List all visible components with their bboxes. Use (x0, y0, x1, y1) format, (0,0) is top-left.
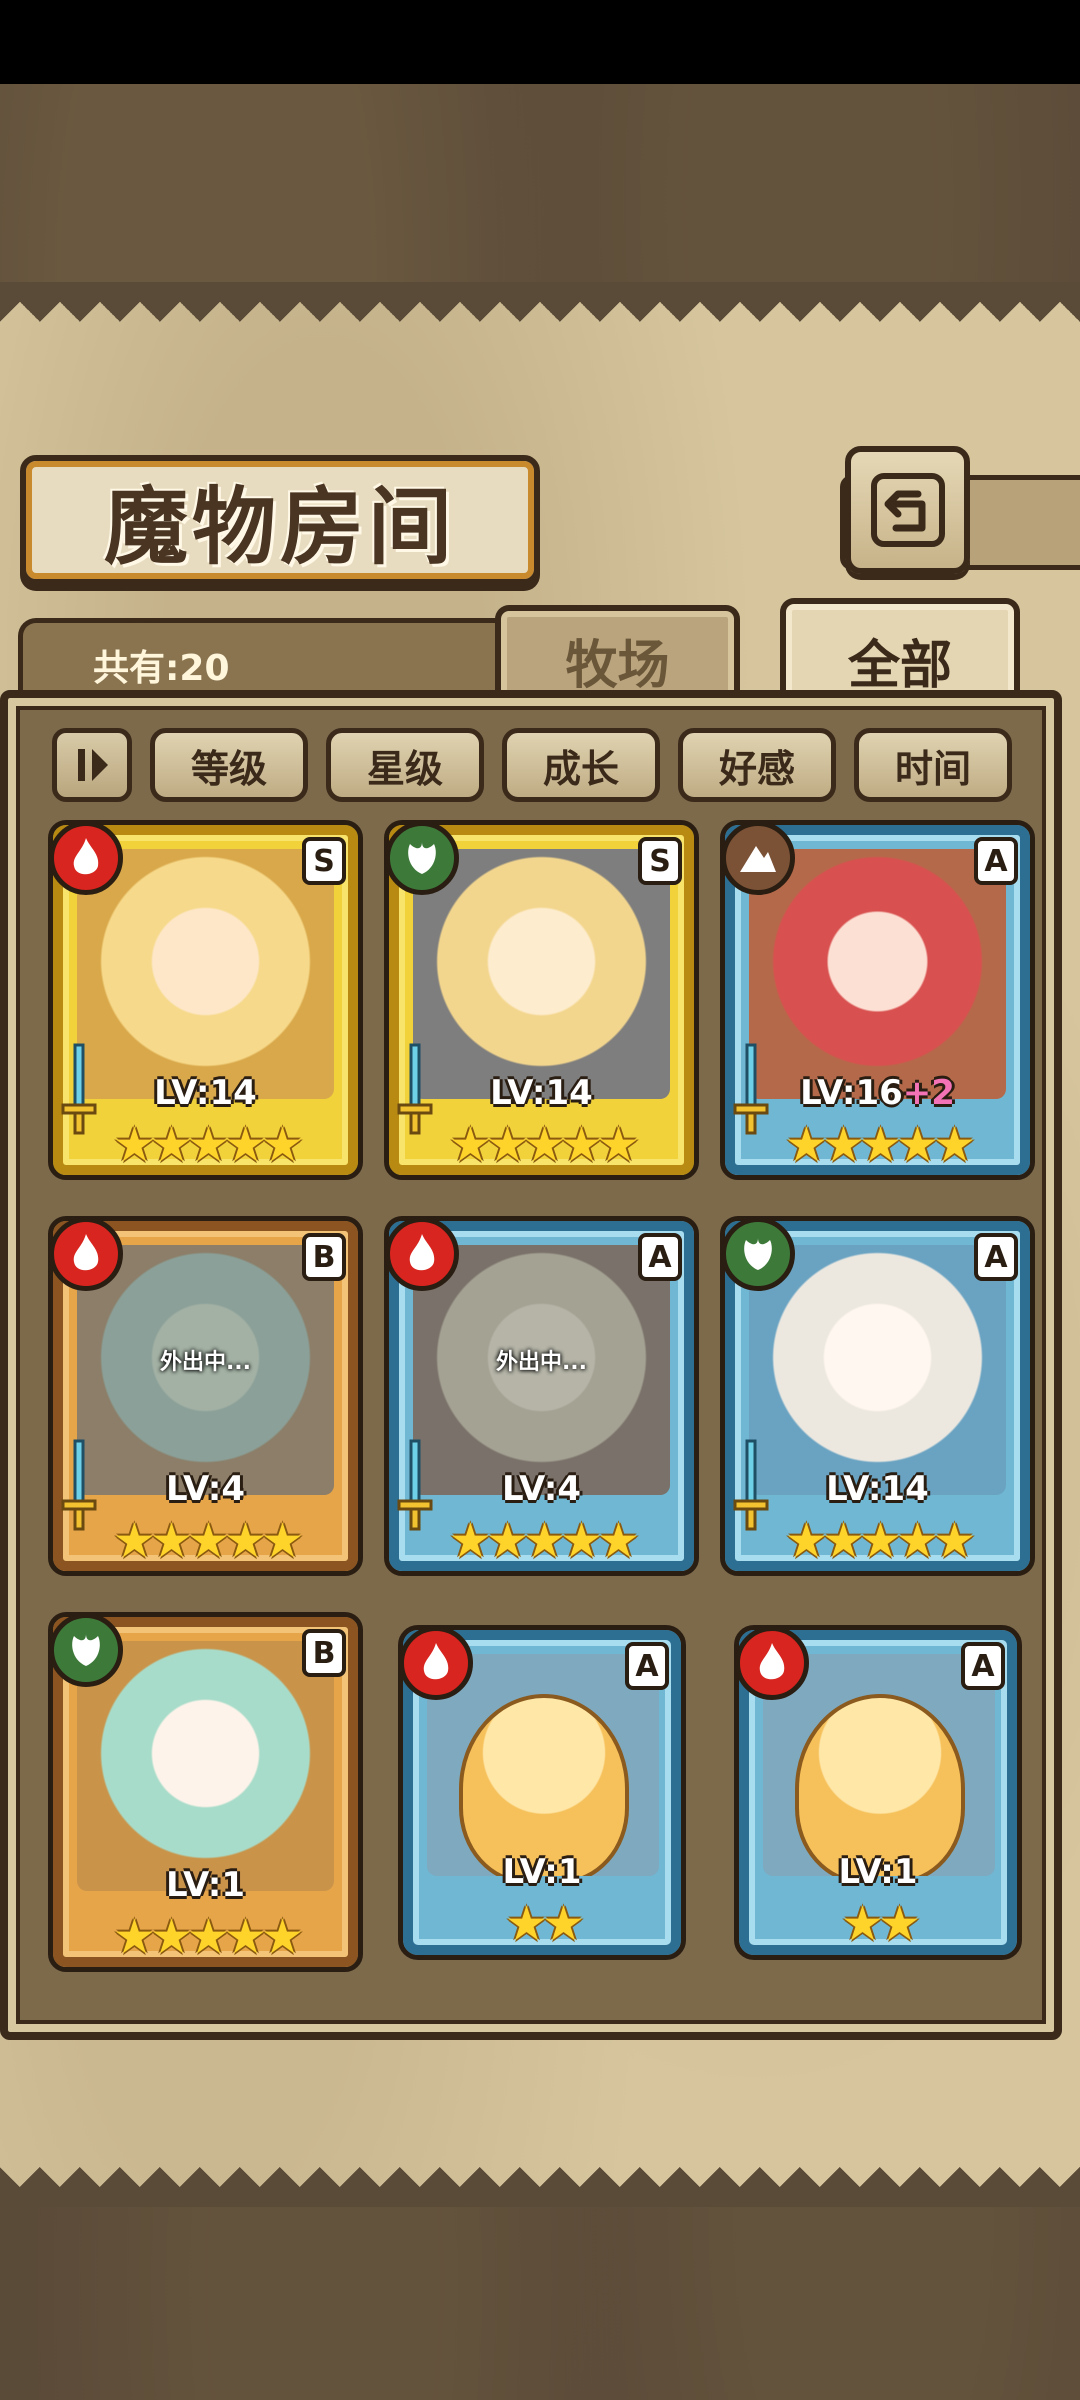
monster-card[interactable]: A LV:1 ★★ (734, 1625, 1022, 1960)
monster-portrait (749, 849, 1006, 1099)
monster-level: LV:1 (838, 1852, 918, 1892)
leaf-element-icon (721, 1217, 795, 1291)
leaf-element-icon (385, 821, 459, 895)
slime-body (459, 1694, 629, 1876)
monster-stars: ★★★★★ (784, 1513, 976, 1569)
monster-stars: ★★★★★ (448, 1117, 640, 1173)
monster-level: LV:1 (165, 1865, 246, 1905)
monster-stars: ★★★★★ (112, 1117, 304, 1173)
rank-badge: A (974, 837, 1018, 885)
monster-portrait (77, 1641, 334, 1891)
title-plate: 魔物房间 (20, 455, 540, 585)
rank-badge: B (302, 1629, 346, 1677)
away-status: 外出中... (159, 1350, 252, 1375)
monster-stars: ★★★★★ (112, 1513, 304, 1569)
monster-card[interactable]: A LV:1 ★★ (398, 1625, 686, 1960)
monster-card[interactable]: A LV:14 ★★★★★ (720, 1216, 1035, 1576)
sort-level-button[interactable]: 等级 (150, 728, 308, 802)
zigzag-edge-bottom (0, 2167, 1080, 2207)
back-button[interactable] (845, 446, 970, 574)
monster-card[interactable]: 外出中... B LV:4 ★★★★★ (48, 1216, 363, 1576)
monster-card[interactable]: 外出中... A LV:4 ★★★★★ (384, 1216, 699, 1576)
away-overlay: 外出中... (77, 1245, 334, 1495)
sort-time-button[interactable]: 时间 (854, 728, 1012, 802)
tab-all-label: 全部 (847, 634, 952, 696)
fire-element-icon (49, 821, 123, 895)
level-bonus: +2 (902, 1073, 955, 1113)
monster-level: LV:4 (165, 1469, 246, 1509)
monster-level: LV:14 (154, 1073, 257, 1113)
monster-card[interactable]: B LV:1 ★★★★★ (48, 1612, 363, 1972)
zigzag-edge-top (0, 282, 1080, 322)
rank-badge: A (625, 1642, 669, 1690)
monster-level: LV:4 (501, 1469, 582, 1509)
sort-order-toggle[interactable] (52, 728, 132, 802)
rank-badge: S (302, 837, 346, 885)
monster-stars: ★★★★★ (448, 1513, 640, 1569)
rank-badge: B (302, 1233, 346, 1281)
page-title: 魔物房间 (103, 476, 456, 576)
monster-level: LV:16+2 (800, 1073, 955, 1113)
tab-ranch-label: 牧场 (565, 635, 670, 696)
fire-element-icon (735, 1626, 809, 1700)
sort-affection-button[interactable]: 好感 (678, 728, 836, 802)
monster-card[interactable]: A LV:16+2 ★★★★★ (720, 820, 1035, 1180)
monster-portrait (749, 1245, 1006, 1495)
monster-level: LV:1 (502, 1852, 582, 1892)
monster-stars: ★★ (504, 1896, 585, 1952)
monster-level: LV:14 (826, 1469, 929, 1509)
sort-order-icon (78, 749, 108, 781)
monster-stars: ★★ (840, 1896, 921, 1952)
monster-card[interactable]: S LV:14 ★★★★★ (384, 820, 699, 1180)
monster-card[interactable]: S LV:14 ★★★★★ (48, 820, 363, 1180)
away-status: 外出中... (495, 1350, 588, 1375)
status-bar (0, 0, 1080, 84)
sort-growth-button[interactable]: 成长 (502, 728, 660, 802)
monster-portrait (77, 849, 334, 1099)
fire-element-icon (385, 1217, 459, 1291)
monster-level: LV:14 (490, 1073, 593, 1113)
monster-stars: ★★★★★ (784, 1117, 976, 1173)
leaf-element-icon (49, 1613, 123, 1687)
rank-badge: S (638, 837, 682, 885)
monster-stars: ★★★★★ (112, 1909, 304, 1965)
slime-body (795, 1694, 965, 1876)
fire-element-icon (399, 1626, 473, 1700)
monster-count: 共有:20 (93, 647, 230, 689)
earth-element-icon (721, 821, 795, 895)
rank-badge: A (961, 1642, 1005, 1690)
sort-star-button[interactable]: 星级 (326, 728, 484, 802)
fire-element-icon (49, 1217, 123, 1291)
monster-portrait (413, 849, 670, 1099)
back-return-icon (870, 473, 945, 547)
rank-badge: A (974, 1233, 1018, 1281)
away-overlay: 外出中... (413, 1245, 670, 1495)
rank-badge: A (638, 1233, 682, 1281)
